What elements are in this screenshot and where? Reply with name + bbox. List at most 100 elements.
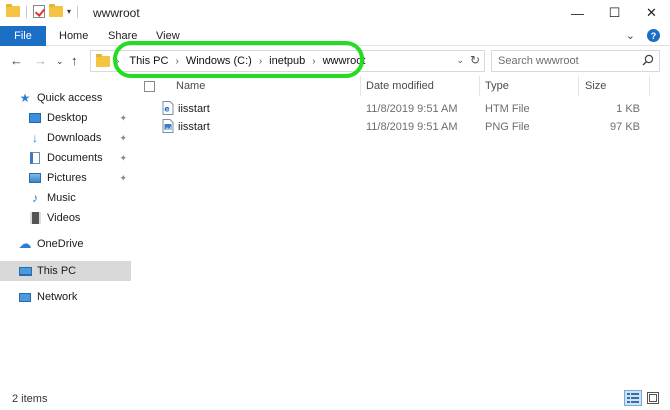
sidebar-item-label: Pictures	[47, 172, 87, 184]
ribbon-right-controls: ⌄ ?	[626, 29, 660, 42]
address-history-chevron-icon[interactable]: ⌄	[456, 55, 464, 66]
properties-icon[interactable]	[33, 5, 45, 18]
recent-locations-chevron-icon[interactable]: ⌄	[56, 56, 64, 67]
ribbon-tabs: File Home Share View ⌄ ?	[0, 26, 670, 46]
window-title: wwwroot	[93, 6, 140, 20]
search-box[interactable]	[491, 50, 660, 72]
back-button[interactable]: ←	[10, 53, 23, 68]
sidebar-item-music[interactable]: ♪ Music	[28, 188, 131, 208]
help-icon[interactable]: ?	[647, 29, 660, 42]
sidebar-item-documents[interactable]: Documents ✦	[28, 148, 131, 168]
file-row[interactable]: e iisstart 11/8/2019 9:51 AM HTM File 1 …	[131, 100, 670, 118]
cloud-icon: ☁	[18, 236, 32, 251]
tab-file[interactable]: File	[0, 26, 46, 46]
file-size: 1 KB	[616, 103, 640, 115]
breadcrumb-this-pc[interactable]: This PC	[129, 55, 168, 67]
search-icon[interactable]	[642, 54, 654, 66]
folder-icon[interactable]	[6, 4, 20, 17]
tab-home[interactable]: Home	[59, 30, 88, 42]
view-toggle	[624, 390, 662, 406]
breadcrumb-wwwroot[interactable]: wwwroot	[323, 55, 366, 67]
customize-toolbar-chevron-icon[interactable]: ▾	[67, 7, 71, 16]
videos-icon	[28, 211, 42, 225]
breadcrumb-windows-c[interactable]: Windows (C:)	[186, 55, 252, 67]
divider[interactable]	[649, 76, 650, 96]
computer-icon	[18, 264, 32, 278]
breadcrumb-chevron-icon[interactable]: ›	[175, 56, 178, 67]
pictures-icon	[28, 171, 42, 185]
sidebar-item-label: Documents	[47, 152, 103, 164]
address-root-chevron-icon[interactable]: ›	[116, 56, 119, 67]
column-header-name[interactable]: Name	[176, 80, 205, 92]
close-button[interactable]: ✕	[633, 0, 670, 26]
pin-icon[interactable]: ✦	[119, 113, 127, 124]
large-icons-view-button[interactable]	[644, 390, 662, 406]
sidebar-item-label: This PC	[37, 265, 77, 277]
large-icons-view-icon	[647, 392, 659, 404]
sidebar-item-label: Quick access	[37, 92, 103, 104]
expand-ribbon-chevron-icon[interactable]: ⌄	[626, 29, 635, 42]
tab-view[interactable]: View	[156, 30, 180, 42]
pin-icon[interactable]: ✦	[119, 173, 127, 184]
divider	[26, 5, 27, 18]
divider[interactable]	[479, 76, 480, 96]
sidebar-item-label: Videos	[47, 212, 81, 224]
column-header-type[interactable]: Type	[485, 80, 509, 92]
status-bar: 2 items	[0, 386, 670, 410]
select-all-checkbox[interactable]	[144, 81, 155, 92]
folder-icon	[96, 53, 110, 67]
minimize-button[interactable]: —	[559, 0, 596, 26]
file-name: iisstart	[178, 121, 210, 133]
documents-icon	[28, 151, 42, 165]
music-icon: ♪	[32, 191, 38, 205]
divider	[77, 5, 79, 18]
desktop-icon	[28, 111, 42, 125]
tab-share[interactable]: Share	[108, 30, 137, 42]
breadcrumb: This PC › Windows (C:) › inetpub › wwwro…	[129, 55, 365, 67]
details-view-button[interactable]	[624, 390, 642, 406]
sidebar-item-label: OneDrive	[37, 238, 84, 250]
file-name: iisstart	[178, 103, 210, 115]
forward-button[interactable]: →	[34, 53, 47, 68]
pin-icon[interactable]: ✦	[119, 153, 127, 164]
title-bar: ▾ wwwroot — ☐ ✕	[0, 0, 670, 26]
new-folder-icon[interactable]	[49, 4, 63, 17]
file-date-modified: 11/8/2019 9:51 AM	[366, 103, 458, 115]
divider[interactable]	[360, 76, 361, 96]
address-bar[interactable]: › This PC › Windows (C:) › inetpub › www…	[90, 50, 485, 72]
file-type: PNG File	[485, 121, 530, 133]
sidebar-item-network[interactable]: Network	[18, 287, 131, 307]
pin-icon[interactable]: ✦	[119, 133, 127, 144]
navigation-pane: ★ Quick access Desktop ✦ ↓ Downloads ✦ D…	[0, 76, 131, 386]
sidebar-item-downloads[interactable]: ↓ Downloads ✦	[28, 128, 131, 148]
up-button[interactable]: ↑	[71, 53, 78, 68]
sidebar-item-label: Desktop	[47, 112, 88, 124]
column-header-size[interactable]: Size	[585, 80, 606, 92]
sidebar-item-onedrive[interactable]: ☁ OneDrive	[18, 234, 131, 254]
file-row[interactable]: iisstart 11/8/2019 9:51 AM PNG File 97 K…	[131, 118, 670, 136]
star-icon: ★	[19, 91, 31, 105]
breadcrumb-chevron-icon[interactable]: ›	[312, 56, 315, 67]
file-date-modified: 11/8/2019 9:51 AM	[366, 121, 458, 133]
image-file-icon	[162, 119, 174, 136]
sidebar-item-quick-access[interactable]: ★ Quick access	[18, 88, 131, 108]
svg-text:e: e	[164, 105, 170, 114]
search-input[interactable]	[492, 55, 632, 67]
sidebar-item-desktop[interactable]: Desktop ✦	[28, 108, 131, 128]
sidebar-item-this-pc[interactable]: This PC	[0, 261, 131, 281]
divider[interactable]	[578, 76, 579, 96]
sidebar-item-label: Music	[47, 192, 76, 204]
breadcrumb-chevron-icon[interactable]: ›	[259, 56, 262, 67]
sidebar-item-videos[interactable]: Videos	[28, 208, 131, 228]
details-view-icon	[627, 393, 639, 403]
sidebar-item-pictures[interactable]: Pictures ✦	[28, 168, 131, 188]
breadcrumb-inetpub[interactable]: inetpub	[269, 55, 305, 67]
refresh-icon[interactable]: ↻	[470, 53, 480, 67]
column-header-date-modified[interactable]: Date modified	[366, 80, 434, 92]
sidebar-item-label: Downloads	[47, 132, 102, 144]
item-count: 2 items	[12, 393, 48, 405]
navigation-bar: ← → ⌄ ↑ › This PC › Windows (C:) › inetp…	[0, 46, 670, 76]
maximize-button[interactable]: ☐	[596, 0, 633, 26]
file-type: HTM File	[485, 103, 530, 115]
window-controls: — ☐ ✕	[559, 0, 670, 26]
